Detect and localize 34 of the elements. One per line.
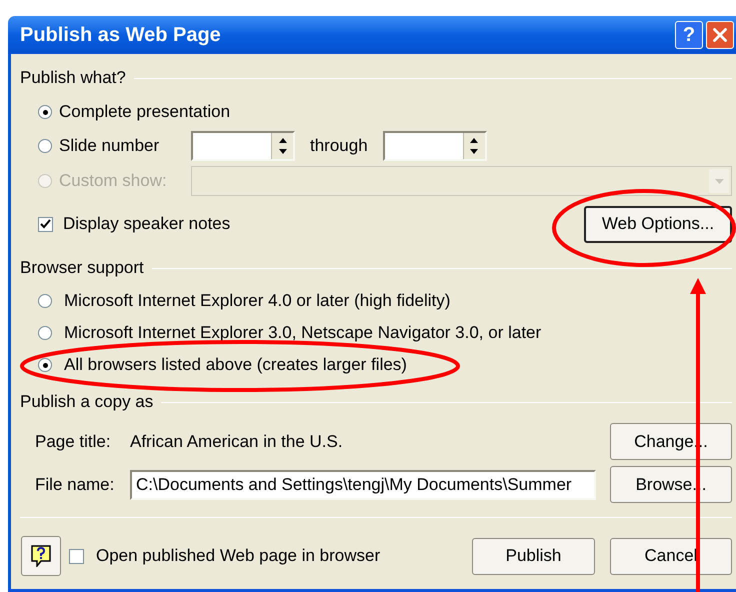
help-button[interactable]: ? xyxy=(675,21,703,49)
group-label: Publish a copy as xyxy=(20,391,154,414)
group-label: Browser support xyxy=(20,257,144,280)
number-spinner[interactable] xyxy=(382,131,487,161)
window-title: Publish as Web Page xyxy=(20,23,222,48)
checkbox[interactable] xyxy=(38,216,53,232)
radio-button[interactable] xyxy=(38,294,52,308)
radio-label: Slide number xyxy=(59,135,160,158)
page-title-value: African American in the U.S. xyxy=(130,430,344,453)
checkbox-label: Open published Web page in browser xyxy=(96,545,382,568)
spin-arrows-icon[interactable] xyxy=(271,133,293,159)
number-spinner[interactable] xyxy=(191,131,295,161)
radio-button[interactable] xyxy=(38,139,52,153)
field-label: File name: xyxy=(35,474,116,496)
group-label: Publish what? xyxy=(20,67,126,90)
checkbox[interactable] xyxy=(69,548,84,564)
through-label: through xyxy=(310,135,368,158)
radio-button[interactable] xyxy=(38,358,52,372)
radio-label: Microsoft Internet Explorer 3.0, Netscape Navigator 3.0, or later xyxy=(64,322,542,344)
radio-label: All browsers listed above (creates larger files) xyxy=(64,354,407,376)
file-name-field[interactable]: C:\Documents and Settings\tengj\My Documents\Summer xyxy=(130,470,596,500)
help-icon[interactable] xyxy=(21,536,61,576)
radio-button[interactable] xyxy=(38,105,52,119)
spin-arrows-icon[interactable] xyxy=(462,133,485,159)
radio-label: Custom show: xyxy=(59,170,168,192)
close-button[interactable] xyxy=(706,21,734,49)
radio-label: Microsoft Internet Explorer 4.0 or later (high fidelity) xyxy=(64,290,450,312)
web-options-button[interactable]: Web Options... xyxy=(584,206,732,242)
field-label: Page title: xyxy=(35,430,112,453)
checkbox-label: Display speaker notes xyxy=(63,213,232,236)
publish-button[interactable]: Publish xyxy=(472,538,595,574)
cancel-button[interactable]: Cancel xyxy=(610,538,732,574)
radio-button[interactable] xyxy=(38,326,52,340)
radio-label: Complete presentation xyxy=(59,101,232,124)
